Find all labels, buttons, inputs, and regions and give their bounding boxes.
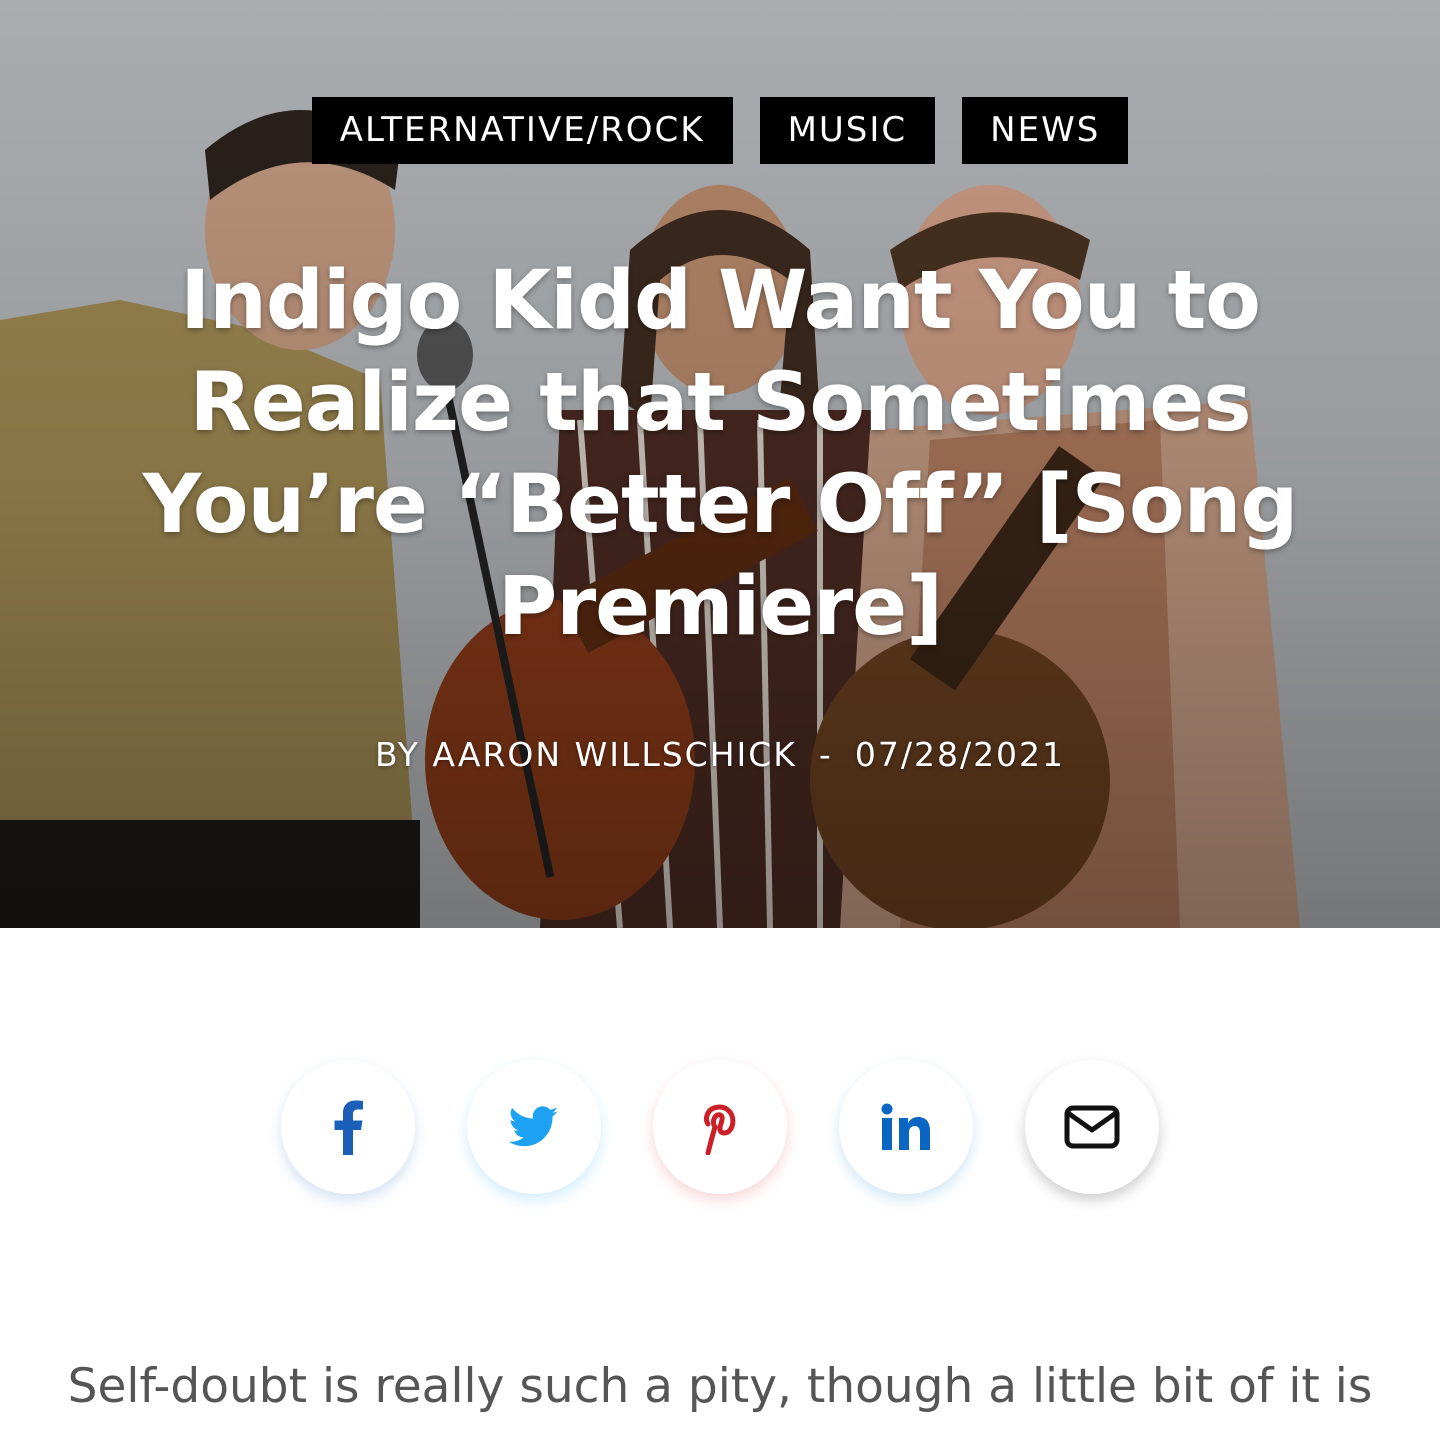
pinterest-icon [704, 1104, 736, 1155]
tag-news[interactable]: NEWS [962, 97, 1129, 164]
article-body-text: Self-doubt is really such a pity, though… [67, 1359, 1373, 1414]
share-twitter-button[interactable] [467, 1060, 601, 1194]
author-link[interactable]: BY AARON WILLSCHICK [375, 735, 797, 774]
envelope-icon [1064, 1105, 1120, 1149]
article-byline: BY AARON WILLSCHICK -07/28/2021 [0, 735, 1440, 774]
share-bar [0, 1060, 1440, 1194]
share-linkedin-button[interactable] [839, 1060, 973, 1194]
tag-alternative-rock[interactable]: ALTERNATIVE/ROCK [311, 97, 733, 164]
category-tags: ALTERNATIVE/ROCK MUSIC NEWS [0, 97, 1440, 164]
title-line: You’re “Better Off” [Song [142, 458, 1299, 552]
publish-date: 07/28/2021 [854, 735, 1066, 774]
share-pinterest-button[interactable] [653, 1060, 787, 1194]
title-line: Realize that Sometimes [189, 356, 1251, 450]
title-line: Indigo Kidd Want You to [180, 254, 1261, 348]
twitter-icon [509, 1106, 559, 1147]
hero-banner: ALTERNATIVE/ROCK MUSIC NEWS Indigo Kidd … [0, 0, 1440, 928]
tag-music[interactable]: MUSIC [759, 97, 936, 164]
article-title: Indigo Kidd Want You to Realize that Som… [120, 250, 1320, 658]
byline-separator: - [818, 735, 833, 774]
linkedin-icon [881, 1103, 930, 1150]
facebook-icon [334, 1100, 363, 1155]
title-line: Premiere] [497, 560, 943, 654]
share-email-button[interactable] [1025, 1060, 1159, 1194]
share-facebook-button[interactable] [281, 1060, 415, 1194]
